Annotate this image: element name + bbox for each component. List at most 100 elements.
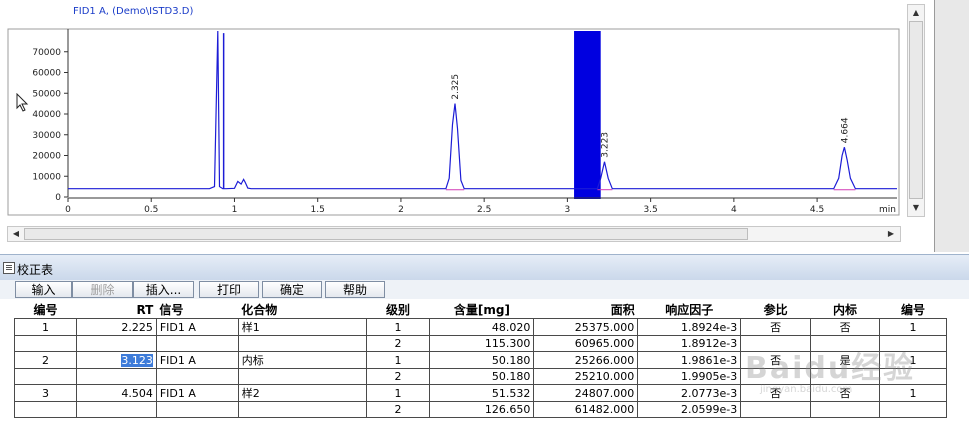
cell-rt[interactable]: 2.225	[75, 318, 157, 336]
cell-area[interactable]: 25375.000	[533, 318, 639, 336]
col-header-signal[interactable]: 信号	[156, 301, 238, 319]
y-tick-label: 40000	[32, 110, 61, 120]
cell-amount[interactable]: 50.180	[429, 368, 535, 385]
cell-number[interactable]	[14, 368, 77, 385]
col-header-istd-number[interactable]: 编号	[880, 301, 947, 319]
cell-reference[interactable]: 否	[740, 318, 812, 336]
cell-area[interactable]: 24807.000	[533, 384, 639, 402]
cell-rt[interactable]: 4.504	[75, 384, 157, 402]
horizontal-scroll-thumb[interactable]	[24, 228, 748, 240]
col-header-reference[interactable]: 参比	[741, 301, 811, 319]
x-tick-label: 2	[398, 205, 404, 215]
cell-area[interactable]: 25266.000	[533, 351, 639, 369]
col-header-response-factor[interactable]: 响应因子	[638, 301, 741, 319]
cell-rt[interactable]	[75, 368, 157, 385]
cell-signal[interactable]: FID1 A	[155, 351, 239, 369]
highlight-window	[574, 31, 601, 199]
cell-istd-number[interactable]	[879, 401, 947, 418]
y-tick-label: 50000	[32, 89, 61, 99]
col-header-level[interactable]: 级别	[366, 301, 430, 319]
cell-istd-number[interactable]: 1	[879, 384, 947, 402]
cell-area[interactable]: 25210.000	[533, 368, 639, 385]
cell-response-factor[interactable]: 1.8912e-3	[637, 335, 742, 352]
cell-response-factor[interactable]: 1.9861e-3	[637, 351, 742, 369]
cell-response-factor[interactable]: 2.0773e-3	[637, 384, 742, 402]
cell-level[interactable]: 2	[365, 368, 431, 385]
cell-response-factor[interactable]: 1.8924e-3	[637, 318, 742, 336]
col-header-rt[interactable]: RT	[76, 301, 156, 319]
cell-number[interactable]: 1	[14, 318, 77, 336]
cell-rt[interactable]	[75, 335, 157, 352]
cell-amount[interactable]: 51.532	[429, 384, 535, 402]
ok-button[interactable]: 确定	[262, 281, 322, 298]
cell-amount[interactable]: 48.020	[429, 318, 535, 336]
cell-response-factor[interactable]: 2.0599e-3	[637, 401, 742, 418]
cell-rt[interactable]	[75, 401, 157, 418]
cell-reference[interactable]	[740, 401, 812, 418]
horizontal-scrollbar[interactable]: ◀ ▶	[7, 226, 901, 242]
y-tick-label: 60000	[32, 69, 61, 79]
cell-signal[interactable]	[155, 368, 239, 385]
cell-rt[interactable]: 3.123	[75, 351, 157, 369]
cell-compound[interactable]	[237, 368, 367, 385]
cell-signal[interactable]	[155, 335, 239, 352]
cell-number[interactable]: 2	[14, 351, 77, 369]
cell-signal[interactable]: FID1 A	[155, 384, 239, 402]
cell-compound[interactable]: 样1	[237, 318, 367, 336]
calibration-panel-header: 校正表	[0, 254, 969, 281]
chromatogram-window: FID1 A, (Demo\ISTD3.D) 0 10000 20000 30000 4…	[0, 0, 935, 252]
x-tick-label: 1	[232, 205, 238, 215]
cell-number[interactable]	[14, 401, 77, 418]
chromatogram-plot[interactable]: 0 10000 20000 30000 40000 50000 60000 70000 0 0.5…	[0, 0, 934, 252]
cell-response-factor[interactable]: 1.9905e-3	[637, 368, 742, 385]
cell-level[interactable]: 1	[365, 318, 431, 336]
cell-compound[interactable]: 样2	[237, 384, 367, 402]
col-header-istd[interactable]: 内标	[811, 301, 880, 319]
cell-level[interactable]: 1	[365, 384, 431, 402]
help-button[interactable]: 帮助	[325, 281, 385, 298]
enter-button[interactable]: 输入	[15, 281, 72, 298]
cell-amount[interactable]: 126.650	[429, 401, 535, 418]
rt-edit-selection[interactable]: 3.123	[121, 353, 153, 367]
insert-button[interactable]: 插入...	[133, 281, 194, 298]
cell-level[interactable]: 2	[365, 335, 431, 352]
cell-number[interactable]	[14, 335, 77, 352]
cell-istd[interactable]	[810, 401, 881, 418]
scroll-left-icon[interactable]: ◀	[9, 227, 23, 241]
col-header-compound[interactable]: 化合物	[238, 301, 366, 319]
scroll-up-icon[interactable]: ▲	[908, 6, 924, 20]
scroll-right-icon[interactable]: ▶	[884, 227, 898, 241]
x-tick-label: 4	[731, 205, 737, 215]
cell-amount[interactable]: 115.300	[429, 335, 535, 352]
cell-level[interactable]: 1	[365, 351, 431, 369]
table-row[interactable]: 2 126.650 61482.000 2.0599e-3	[14, 401, 947, 418]
col-header-area[interactable]: 面积	[534, 301, 638, 319]
cell-area[interactable]: 61482.000	[533, 401, 639, 418]
print-button[interactable]: 打印	[199, 281, 259, 298]
y-tick-label: 10000	[32, 172, 61, 182]
x-tick-label: 3	[565, 205, 571, 215]
cell-area[interactable]: 60965.000	[533, 335, 639, 352]
calibration-toolbar: 输入 删除 插入... 打印 确定 帮助	[0, 280, 969, 299]
delete-button[interactable]: 删除	[72, 281, 133, 298]
cell-istd-number[interactable]: 1	[879, 318, 947, 336]
vertical-scroll-thumb[interactable]	[909, 21, 923, 199]
mouse-cursor-icon	[16, 93, 29, 112]
y-tick-label: 20000	[32, 152, 61, 162]
cell-number[interactable]: 3	[14, 384, 77, 402]
scroll-down-icon[interactable]: ▼	[908, 201, 924, 215]
y-tick-label: 30000	[32, 131, 61, 141]
cell-signal[interactable]	[155, 401, 239, 418]
cell-amount[interactable]: 50.180	[429, 351, 535, 369]
cell-istd[interactable]: 否	[810, 318, 881, 336]
cell-level[interactable]: 2	[365, 401, 431, 418]
vertical-scrollbar[interactable]: ▲ ▼	[907, 4, 925, 217]
x-tick-label: 1.5	[311, 205, 325, 215]
col-header-number[interactable]: 编号	[15, 301, 77, 319]
cell-compound[interactable]: 内标	[237, 351, 367, 369]
col-header-amount[interactable]: 含量[mg]	[430, 301, 534, 319]
cell-signal[interactable]: FID1 A	[155, 318, 239, 336]
cell-compound[interactable]	[237, 401, 367, 418]
table-row[interactable]: 1 2.225 FID1 A 样1 1 48.020 25375.000 1.8924e-3 否…	[14, 318, 947, 336]
cell-compound[interactable]	[237, 335, 367, 352]
